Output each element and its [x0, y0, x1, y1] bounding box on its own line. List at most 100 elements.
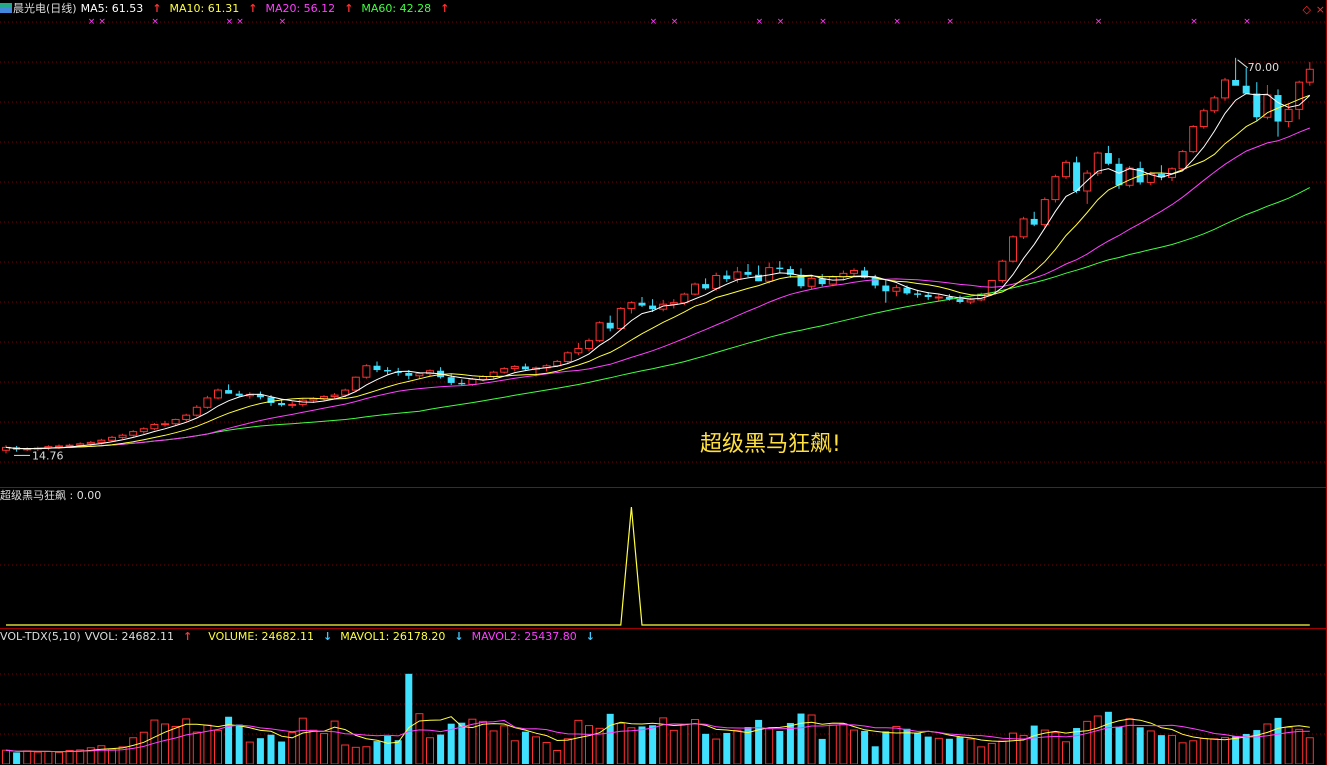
volume-bar: [521, 731, 529, 764]
volume-bar: [542, 742, 551, 764]
signal-marker-icon: ×: [756, 17, 764, 27]
volume-bar: [606, 713, 614, 764]
volume-label: VOLUME: 24682.11 ↓: [208, 630, 332, 643]
ma60-label: MA60: 42.28 ↑: [361, 2, 449, 15]
up-arrow-icon: ↑: [344, 2, 354, 15]
volume-bar: [1295, 728, 1304, 764]
candle-body: [447, 377, 455, 383]
signal-marker-icon: ×: [1190, 17, 1198, 27]
candle-body: [182, 414, 191, 420]
candle-body: [1199, 110, 1208, 128]
volume-bar: [998, 740, 1007, 764]
candle-body: [712, 275, 721, 289]
signal-marker-icon: ×: [893, 17, 901, 27]
volume-bar: [723, 732, 731, 764]
signal-marker-icon: ×: [151, 17, 159, 27]
volume-bar: [574, 719, 583, 764]
candle-body: [1030, 218, 1038, 225]
ma20-line: [5, 127, 1310, 450]
candle-body: [934, 296, 943, 299]
volume-bar: [468, 718, 477, 764]
signal-hint-text: 超级黑马狂飙!: [700, 432, 841, 457]
ma60-value: MA60: 42.28: [361, 2, 432, 15]
candle-body: [914, 293, 922, 295]
up-arrow-icon: ↑: [440, 2, 450, 15]
candle-body: [1242, 85, 1250, 94]
candle-body: [86, 441, 95, 445]
volume-bar: [1210, 738, 1219, 764]
candle-body: [606, 322, 614, 329]
volume-bar: [1157, 735, 1165, 764]
volume-bar: [1221, 737, 1229, 764]
candle-body: [966, 299, 975, 303]
volume-bar: [987, 742, 996, 764]
close-icon[interactable]: ×: [1316, 3, 1325, 16]
signal-marker-icon: ×: [819, 17, 827, 27]
volume-bar: [373, 741, 381, 764]
signal-label: 超级黑马狂飙 : 0.00: [0, 489, 102, 502]
volume-bar: [76, 749, 85, 764]
signal-marker-icon: ×: [226, 17, 234, 27]
vvol-value: VVOL: 24682.11: [84, 630, 175, 643]
ma20-value: MA20: 56.12: [265, 2, 336, 15]
candle-body: [97, 439, 106, 443]
candle-body: [65, 444, 74, 447]
signal-marker-icon: ×: [1095, 17, 1103, 27]
volume-bar: [489, 730, 498, 764]
volume-bar: [1009, 732, 1017, 764]
mavol1-label: MAVOL1: 26178.20 ↓: [340, 630, 463, 643]
candle-body: [1009, 236, 1017, 262]
candle-body: [330, 394, 339, 398]
volume-bar: [13, 752, 21, 764]
candle-body: [76, 443, 85, 446]
signal-marker-icon: ×: [279, 17, 287, 27]
volume-bar: [1146, 730, 1155, 764]
candle-body: [702, 284, 710, 289]
volume-bar: [1263, 723, 1272, 764]
volume-bar: [426, 737, 434, 764]
candle-body: [225, 390, 233, 394]
volume-bar: [1040, 729, 1049, 764]
volume-bar: [150, 719, 159, 764]
candle-body: [1093, 152, 1102, 174]
volume-bar: [1051, 732, 1060, 764]
candle-body: [733, 271, 742, 280]
volume-bar: [1073, 728, 1081, 764]
signal-marker-icon: ×: [1243, 17, 1251, 27]
candle-body: [351, 376, 360, 391]
candle-body: [373, 365, 381, 371]
candle-body: [1210, 97, 1219, 112]
signal-marker-icon: ×: [946, 17, 954, 27]
volume-bar: [616, 722, 625, 764]
volume-bar: [1274, 717, 1282, 764]
volume-chart[interactable]: [0, 644, 1325, 764]
candle-body: [458, 382, 466, 385]
volume-bar: [108, 748, 116, 764]
volume-bar: [256, 738, 264, 764]
volume-bar: [680, 723, 689, 764]
signal-chart[interactable]: [0, 503, 1325, 628]
volume-bar: [245, 741, 254, 764]
candle-body: [161, 423, 169, 426]
ma5-value: MA5: 61.53: [80, 2, 144, 15]
candlestick-chart[interactable]: 70.0014.76×××××××××××××××××: [0, 16, 1325, 486]
candle-body: [1232, 80, 1240, 86]
diamond-icon[interactable]: ◇: [1303, 3, 1311, 16]
candle-body: [203, 397, 212, 408]
ma20-label: MA20: 56.12 ↑: [265, 2, 353, 15]
candle-body: [489, 371, 498, 377]
volume-bar: [55, 751, 63, 764]
candle-body: [595, 322, 604, 342]
volume-bar: [1189, 740, 1198, 764]
signal-line: [6, 506, 1310, 626]
up-arrow-icon: ↑: [183, 630, 193, 643]
volume-bar: [861, 730, 869, 764]
candle-body: [278, 402, 286, 406]
candle-body: [384, 370, 392, 372]
volume-bar: [278, 741, 286, 764]
candle-body: [1125, 167, 1134, 186]
candle-body: [55, 445, 63, 448]
candle-body: [669, 302, 678, 305]
volume-bar: [65, 750, 74, 764]
candle-body: [139, 428, 148, 433]
